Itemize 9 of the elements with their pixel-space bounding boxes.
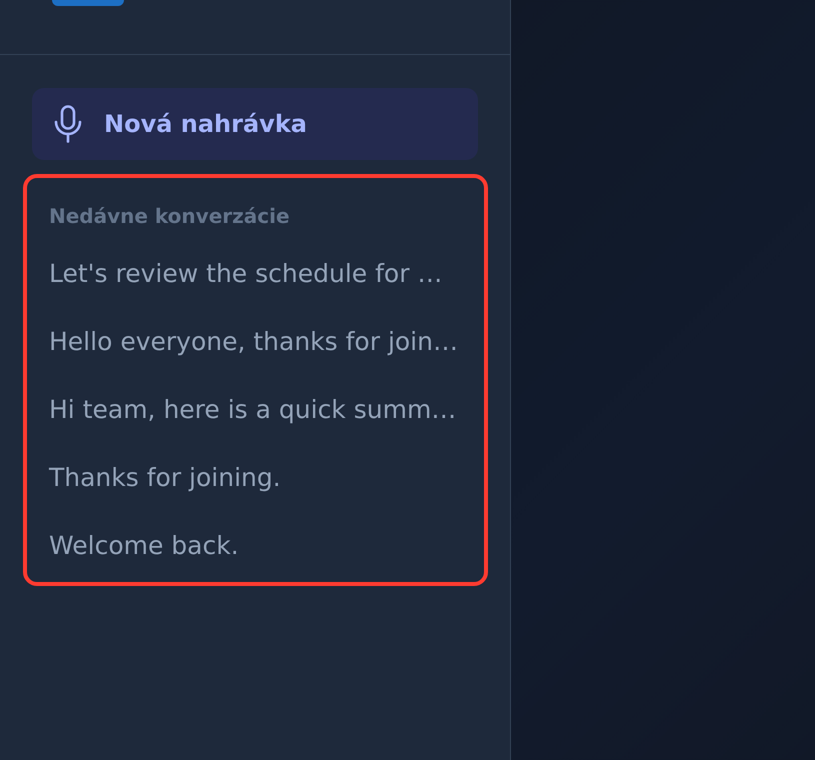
section-heading: Nedávne konverzácie bbox=[49, 203, 291, 230]
microphone-icon bbox=[54, 105, 82, 143]
conversation-item[interactable]: Thanks for joining. bbox=[49, 444, 281, 512]
conversation-item[interactable]: Welcome back. bbox=[49, 512, 239, 580]
conversation-item[interactable]: Hi team, here is a quick summ… bbox=[49, 376, 456, 444]
conversation-item[interactable]: Hello everyone, thanks for join… bbox=[49, 308, 458, 376]
conversation-item[interactable]: Let's review the schedule for … bbox=[49, 240, 442, 308]
cut-off-button[interactable] bbox=[52, 0, 124, 6]
new-recording-button[interactable]: Nová nahrávka bbox=[32, 88, 478, 160]
